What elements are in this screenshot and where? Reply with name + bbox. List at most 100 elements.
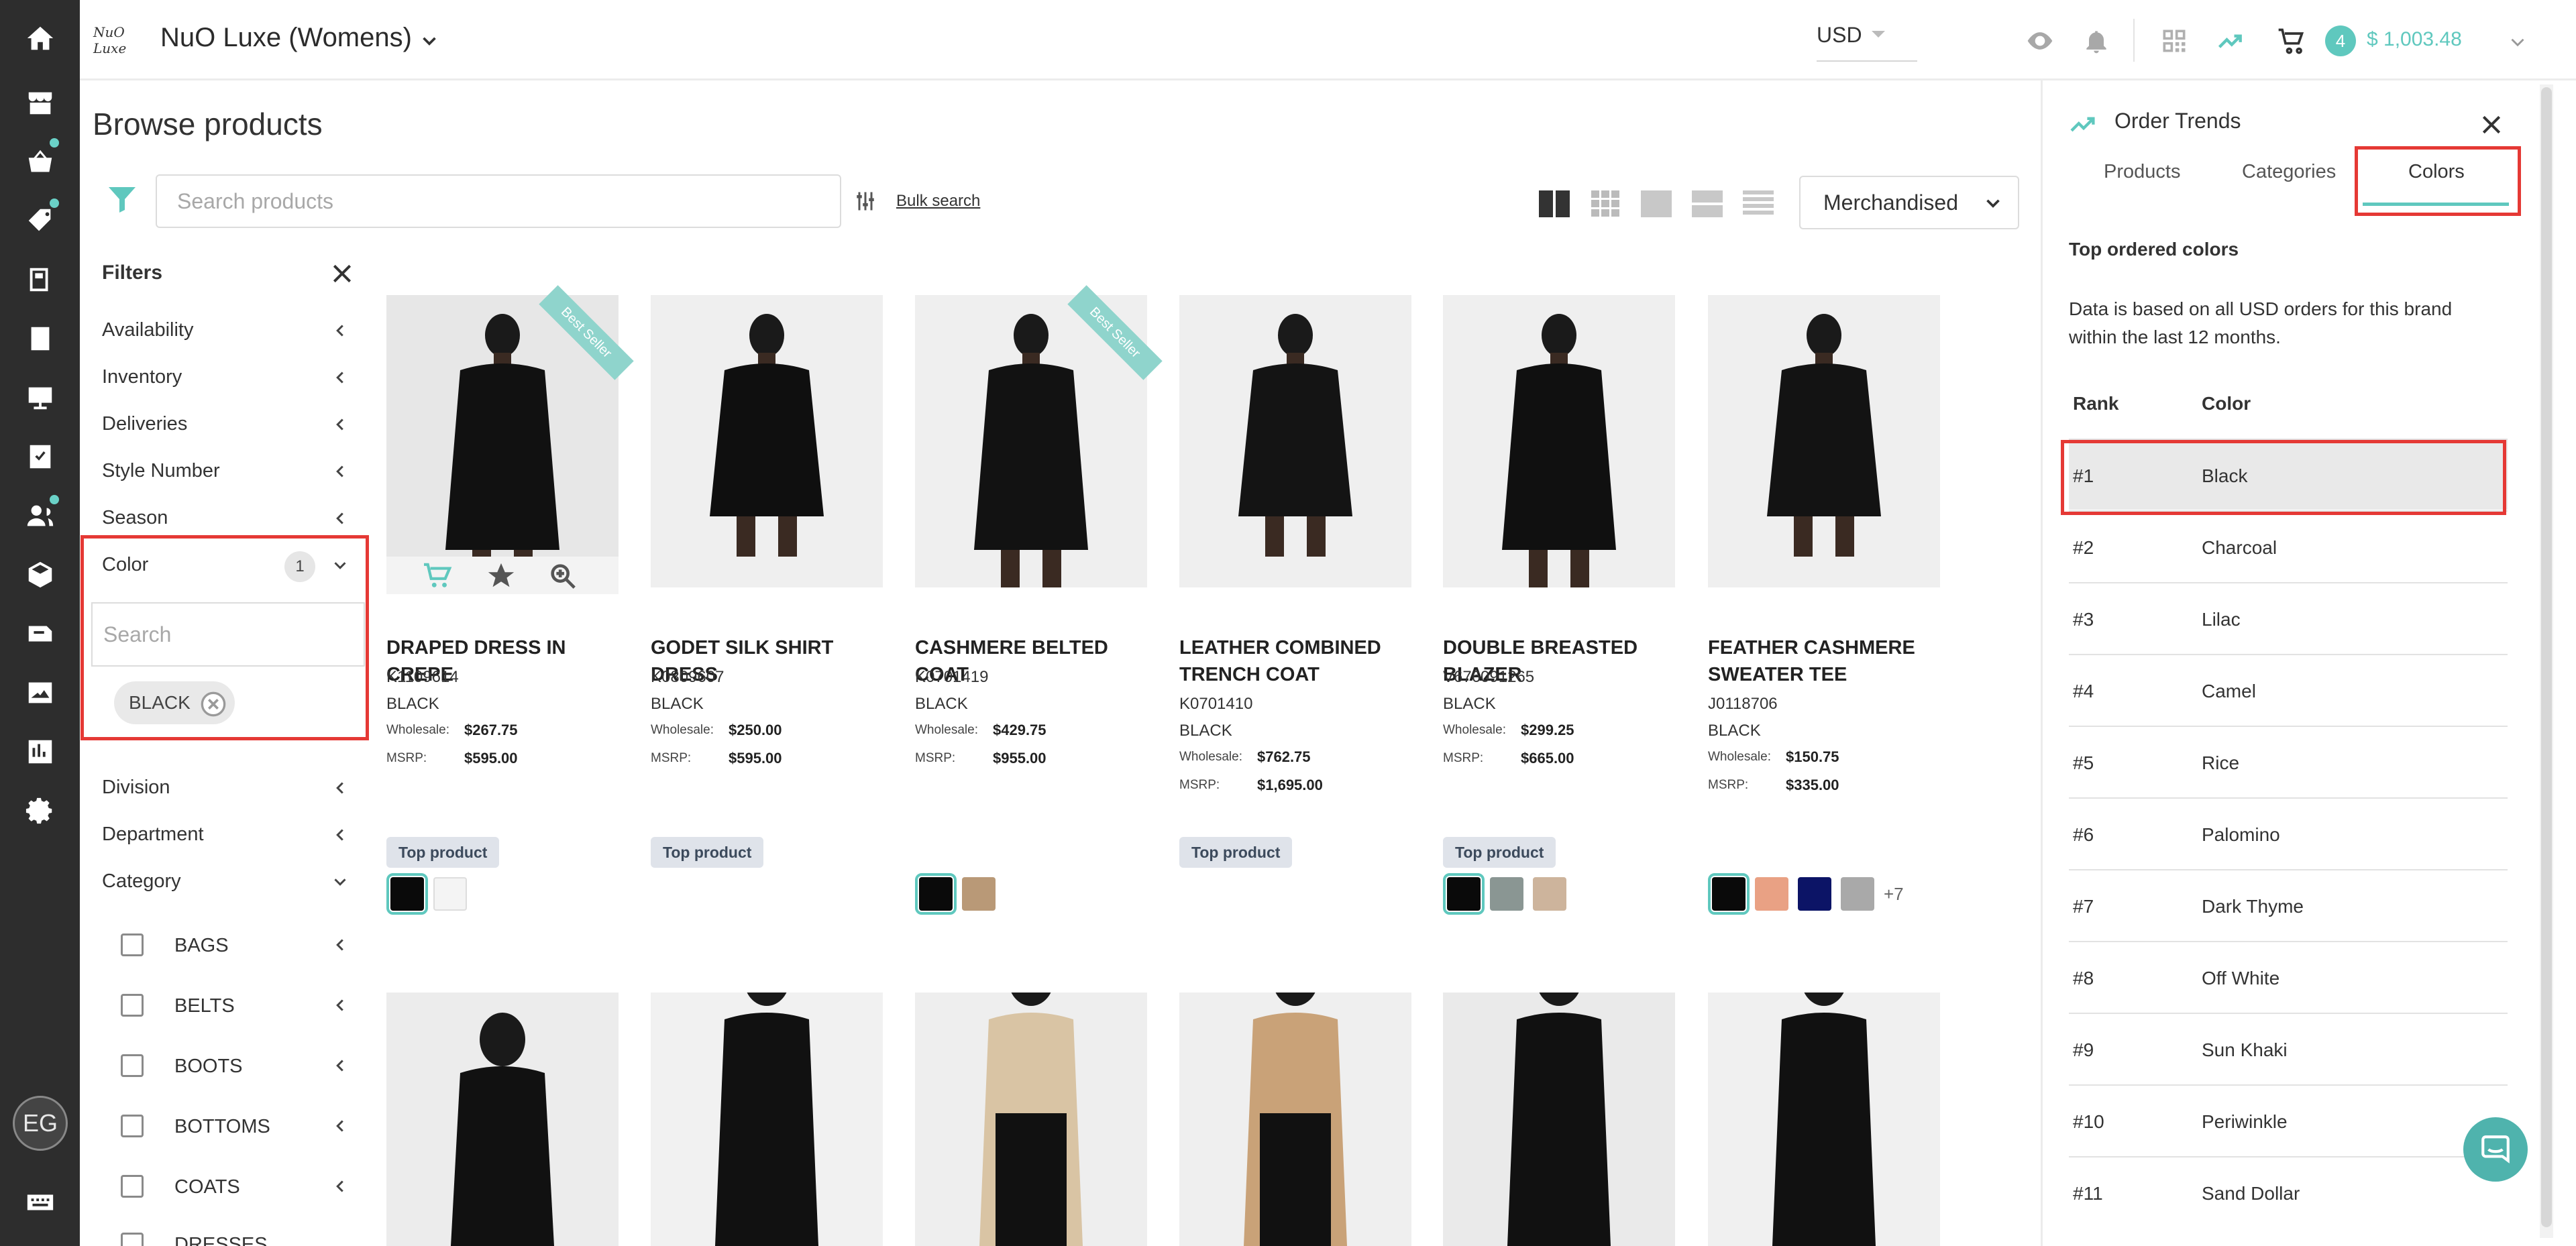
view-large-grid-icon[interactable] (1538, 189, 1571, 219)
color-swatch[interactable] (1443, 873, 1485, 915)
filter-inventory[interactable]: Inventory (102, 366, 350, 406)
color-swatch[interactable] (386, 873, 428, 915)
cart-total[interactable]: $ 1,003.48 (2367, 28, 2462, 51)
cart-icon[interactable] (2274, 24, 2308, 58)
checkbox[interactable] (121, 1115, 144, 1137)
color-swatch[interactable] (1708, 873, 1750, 915)
filter-funnel-icon[interactable] (106, 182, 138, 216)
more-colors[interactable]: +7 (1884, 884, 1904, 905)
color-swatch[interactable] (1798, 877, 1831, 911)
lookbook-icon[interactable] (22, 262, 58, 298)
product-name[interactable]: FEATHER CASHMERE SWEATER TEE (1708, 634, 1949, 688)
filter-style-number[interactable]: Style Number (102, 460, 350, 500)
category-option[interactable]: COATS (121, 1175, 350, 1208)
product-name[interactable]: LEATHER COMBINED TRENCH COAT (1179, 634, 1421, 688)
category-option[interactable]: BOOTS (121, 1054, 350, 1088)
product-image[interactable] (1708, 295, 1940, 587)
campaigns-icon[interactable] (22, 616, 58, 652)
color-name: Lilac (2202, 609, 2241, 630)
product-image[interactable] (651, 295, 883, 587)
add-to-cart-icon[interactable] (423, 562, 453, 590)
product-image[interactable] (1179, 993, 1411, 1246)
product-card[interactable]: FEATHER CASHMERE SWEATER TEE J0118706 BL… (1708, 295, 1940, 925)
msrp-price: $595.00 (729, 750, 782, 767)
checkbox[interactable] (121, 1233, 144, 1246)
bell-icon[interactable] (2080, 24, 2113, 58)
view-list-icon[interactable] (1741, 189, 1775, 219)
chat-support-button[interactable] (2463, 1117, 2528, 1182)
trending-up-icon[interactable] (2214, 24, 2247, 58)
product-card[interactable]: Best Seller CASHMERE BELTED COAT K0701419… (915, 285, 1163, 925)
remove-chip-icon[interactable] (200, 691, 227, 718)
sliders-icon[interactable] (853, 188, 877, 215)
color-swatch[interactable] (1533, 877, 1566, 911)
color-name: Charcoal (2202, 537, 2277, 558)
product-image[interactable] (1443, 295, 1675, 587)
filter-division[interactable]: Division (102, 777, 350, 817)
filter-deliveries[interactable]: Deliveries (102, 413, 350, 453)
product-image[interactable] (1708, 993, 1940, 1246)
user-avatar[interactable]: EG (13, 1096, 68, 1151)
brand-selector-label[interactable]: NuO Luxe (Womens) (160, 23, 412, 53)
color-swatch[interactable] (1755, 877, 1788, 911)
color-swatch[interactable] (1490, 877, 1523, 911)
close-icon[interactable] (329, 260, 356, 287)
product-image[interactable] (1179, 295, 1411, 587)
orders-check-icon[interactable] (22, 439, 58, 475)
qr-code-icon[interactable] (2157, 24, 2191, 58)
product-image[interactable] (1443, 993, 1675, 1246)
checkbox[interactable] (121, 1054, 144, 1077)
category-option[interactable]: BELTS (121, 994, 350, 1027)
tab-products[interactable]: Products (2104, 161, 2180, 183)
presentation-icon[interactable] (22, 380, 58, 416)
panel-scrollbar-thumb[interactable] (2541, 87, 2552, 1227)
page-title: Browse products (93, 107, 323, 141)
rank: #8 (2073, 968, 2094, 988)
tag-icon[interactable] (22, 203, 58, 239)
product-image[interactable] (386, 993, 619, 1246)
chevron-down-icon[interactable] (418, 30, 441, 52)
checkbox[interactable] (121, 933, 144, 956)
analytics-icon[interactable] (22, 734, 58, 770)
currency-select[interactable]: USD (1817, 23, 1917, 62)
color-search-input[interactable]: Search (91, 602, 365, 667)
color-swatch[interactable] (962, 877, 996, 911)
store-icon[interactable] (22, 84, 58, 121)
color-name: Sun Khaki (2202, 1039, 2288, 1060)
star-icon[interactable] (486, 561, 517, 591)
color-swatch[interactable] (1841, 877, 1874, 911)
category-option[interactable]: BAGS (121, 933, 350, 967)
checkbox[interactable] (121, 1175, 144, 1198)
category-option[interactable]: BOTTOMS (121, 1115, 350, 1148)
color-swatch[interactable] (915, 873, 957, 915)
color-swatch[interactable] (433, 877, 467, 911)
close-icon[interactable] (2478, 111, 2505, 138)
home-icon[interactable] (22, 20, 58, 56)
checkbox[interactable] (121, 994, 144, 1017)
product-card[interactable]: LEATHER COMBINED TRENCH COAT K0701410 BL… (1179, 295, 1411, 925)
basket-icon[interactable] (22, 144, 58, 180)
search-products-input[interactable]: Search products (156, 174, 841, 228)
product-card[interactable]: GODET SILK SHIRT DRESS K0809607 BLACK Wh… (651, 295, 883, 925)
category-option[interactable]: DRESSES (121, 1233, 350, 1246)
filter-department[interactable]: Department (102, 824, 350, 864)
product-image[interactable] (651, 993, 883, 1246)
product-image[interactable] (915, 993, 1147, 1246)
filter-availability[interactable]: Availability (102, 319, 350, 359)
product-card[interactable]: Best Seller DRAPED DRESS IN CREPE K11096… (386, 285, 634, 925)
view-small-grid-icon[interactable] (1589, 189, 1622, 219)
tab-categories[interactable]: Categories (2242, 161, 2336, 183)
product-card[interactable]: DOUBLE BREASTED BLAZER V676091265 BLACK … (1443, 295, 1675, 925)
chevron-down-icon[interactable] (2506, 31, 2529, 54)
media-icon[interactable] (22, 675, 58, 711)
filter-category[interactable]: Category (102, 870, 350, 911)
view-single-icon[interactable] (1640, 189, 1673, 219)
eye-icon[interactable] (2023, 24, 2057, 58)
bulk-search-link[interactable]: Bulk search (896, 192, 980, 211)
view-rows-icon[interactable] (1690, 189, 1724, 219)
zoom-icon[interactable] (547, 561, 578, 591)
catalog-icon[interactable] (22, 321, 58, 357)
keyboard-shortcuts-icon[interactable] (22, 1184, 58, 1221)
inventory-box-icon[interactable] (22, 557, 58, 593)
settings-gear-icon[interactable] (22, 793, 58, 829)
